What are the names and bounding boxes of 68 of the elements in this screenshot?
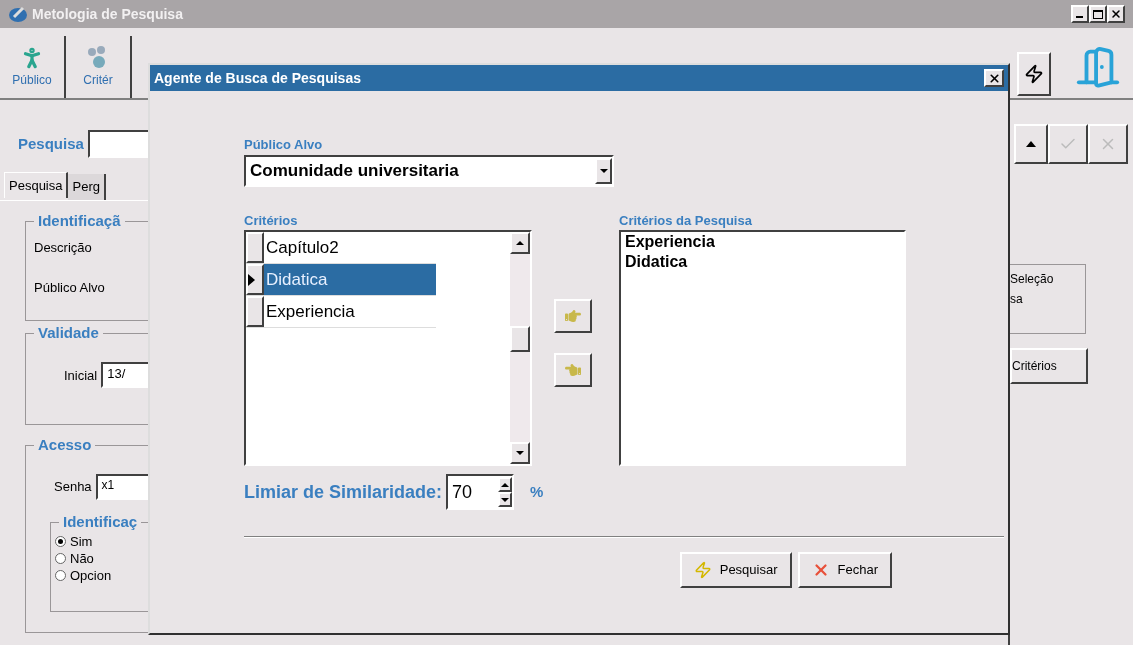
add-criterion-button[interactable] bbox=[554, 298, 592, 333]
threshold-spinner[interactable]: 70 bbox=[446, 474, 515, 510]
radio-button[interactable] bbox=[55, 553, 66, 564]
close-button[interactable] bbox=[1107, 5, 1125, 23]
confirm-button[interactable] bbox=[1048, 124, 1088, 164]
tab[interactable]: Pesquisa bbox=[4, 172, 69, 198]
radio-label: Sim bbox=[70, 532, 93, 551]
up-triangle-icon bbox=[501, 482, 510, 487]
close-dialog-button[interactable]: Fechar bbox=[797, 552, 892, 588]
criteria-cell-text: Experiencia bbox=[265, 300, 356, 323]
dialog-title: Agente de Busca de Pesquisas bbox=[154, 68, 361, 88]
hand-pointing-left-icon bbox=[565, 361, 581, 378]
window-title: Metologia de Pesquisa bbox=[32, 4, 183, 24]
search-button[interactable]: Pesquisar bbox=[679, 552, 792, 588]
criteria-row[interactable]: Experiencia bbox=[246, 296, 436, 328]
toolbar-button[interactable]: Público bbox=[0, 36, 66, 98]
radio-label: Opcion bbox=[70, 566, 112, 585]
threshold-label: Limiar de Similaridade: bbox=[244, 480, 443, 504]
toolbar-button[interactable]: Critér bbox=[66, 36, 132, 98]
field-label: Senha bbox=[54, 478, 92, 497]
radio-option[interactable]: Opcion bbox=[55, 567, 150, 584]
radio-label: Não bbox=[70, 549, 94, 568]
list-item[interactable]: Experiencia bbox=[625, 232, 904, 252]
radio-button[interactable] bbox=[55, 536, 66, 547]
criteria-label: Critérios bbox=[244, 211, 299, 230]
radio-option[interactable]: Não bbox=[55, 550, 150, 567]
audience-combobox[interactable]: Comunidade universitaria bbox=[244, 154, 614, 187]
criteria-button[interactable]: Critérios bbox=[1010, 348, 1088, 384]
group-text: Seleção bbox=[1010, 271, 1055, 288]
remove-criterion-button[interactable] bbox=[554, 352, 592, 387]
down-triangle-icon bbox=[501, 497, 510, 502]
field-label: Inicial bbox=[64, 367, 98, 385]
scroll-thumb[interactable] bbox=[510, 326, 530, 352]
search-criteria-label: Critérios da Pesquisa bbox=[619, 211, 753, 230]
tab[interactable]: Perg bbox=[68, 174, 106, 200]
down-triangle-icon bbox=[516, 451, 524, 455]
list-item[interactable]: Didatica bbox=[625, 252, 904, 272]
password-field[interactable]: x1 bbox=[95, 474, 150, 500]
hand-pointing-right-icon bbox=[565, 307, 581, 324]
door-icon bbox=[1075, 44, 1121, 90]
row-pointer-icon bbox=[248, 273, 255, 286]
close-button[interactable] bbox=[984, 69, 1004, 87]
search-label: Pesquisa bbox=[18, 133, 84, 154]
lightning-icon bbox=[693, 561, 712, 579]
app-icon bbox=[8, 5, 28, 23]
radio-button[interactable] bbox=[55, 570, 66, 581]
minimize-button[interactable] bbox=[1071, 5, 1089, 23]
criteria-cell-text: Capítulo2 bbox=[265, 236, 340, 259]
prior-button[interactable] bbox=[1014, 124, 1048, 164]
lightning-icon bbox=[1024, 64, 1044, 84]
run-button[interactable] bbox=[1017, 52, 1051, 96]
maximize-button[interactable] bbox=[1089, 5, 1107, 23]
maximize-icon bbox=[1093, 9, 1103, 19]
percent-sign: % bbox=[530, 481, 544, 502]
date-field[interactable]: 13/ bbox=[101, 362, 150, 388]
radio-option[interactable]: Sim bbox=[55, 533, 150, 550]
up-triangle-icon bbox=[516, 241, 524, 245]
field-label: Descrição bbox=[34, 239, 93, 257]
cancel-button[interactable] bbox=[1088, 124, 1128, 164]
field-label: Público Alvo bbox=[34, 278, 106, 297]
search-field[interactable] bbox=[87, 130, 150, 158]
group-text: sa bbox=[1010, 291, 1024, 308]
scrollbar[interactable] bbox=[510, 232, 530, 464]
audience-label: Público Alvo bbox=[244, 136, 324, 154]
close-icon bbox=[987, 71, 1001, 85]
close-icon bbox=[1110, 8, 1122, 20]
dropdown-icon bbox=[599, 168, 608, 173]
up-triangle-icon bbox=[1026, 141, 1036, 147]
